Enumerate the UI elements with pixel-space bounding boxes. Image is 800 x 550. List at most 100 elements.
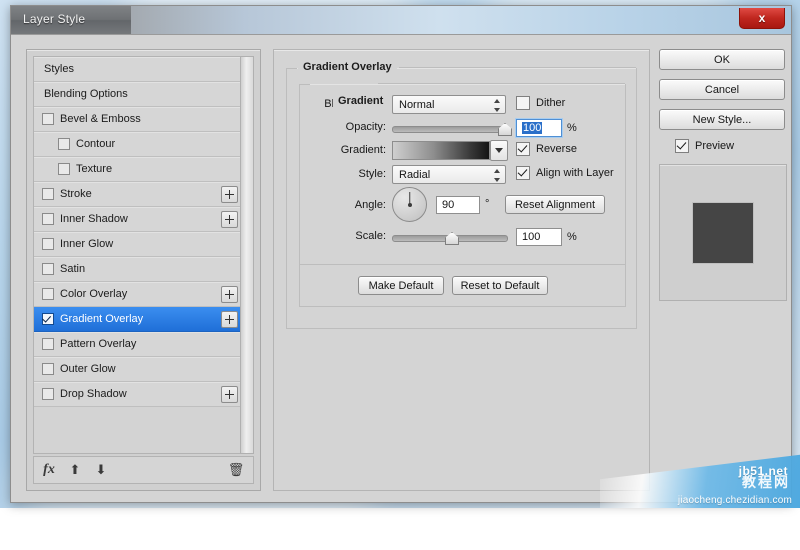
align-with-layer-checkbox[interactable]: Align with Layer [516,166,614,180]
sidebar-item-texture[interactable]: Texture [34,157,242,182]
sidebar-item-inner-glow[interactable]: Inner Glow [34,232,242,257]
scale-slider[interactable] [392,232,508,245]
updown-arrows-icon [494,99,501,112]
add-effect-icon[interactable] [221,386,238,403]
add-effect-icon[interactable] [221,311,238,328]
dialog-body: Styles Blending Options Bevel & Emboss Cont… [11,35,791,502]
sidebar-item-label: Satin [60,263,86,275]
sidebar-item-drop-shadow[interactable]: Drop Shadow [34,382,242,407]
opacity-unit: % [567,122,577,134]
style-label: Style: [358,168,386,180]
angle-value: 90 [442,199,455,211]
updown-arrows-icon [494,169,501,182]
add-effect-icon[interactable] [221,211,238,228]
angle-dial[interactable] [392,187,427,222]
gradient-dropdown-button[interactable] [490,140,508,161]
opacity-input[interactable]: 100 [516,119,562,137]
sidebar-item-label: Blending Options [44,88,128,100]
gradient-overlay-panel: Blend Mode: Normal Dither Opacity: [273,49,650,491]
reverse-checkbox[interactable]: Reverse [516,142,577,156]
make-default-label: Make Default [368,279,434,292]
style-value: Radial [399,168,431,181]
dialog-title: Layer Style [23,12,86,26]
checkbox-box [516,166,530,180]
checkbox-box[interactable] [42,363,54,375]
styles-sidebar: Styles Blending Options Bevel & Emboss Cont… [26,49,261,491]
trash-icon[interactable]: 🗑 [225,460,247,480]
add-effect-icon[interactable] [221,186,238,203]
style-select[interactable]: Radial [392,165,506,184]
styles-list-scrollbar[interactable] [240,56,254,454]
angle-label: Angle: [354,199,386,211]
scale-slider-thumb[interactable] [445,232,459,245]
preview-thumbnail [692,201,754,264]
sidebar-item-label: Color Overlay [60,288,128,300]
checkbox-box[interactable] [42,238,54,250]
checkbox-box[interactable] [42,388,54,400]
reverse-label: Reverse [536,143,577,155]
sidebar-item-styles[interactable]: Styles [34,57,242,82]
sidebar-item-gradient-overlay[interactable]: Gradient Overlay [34,307,242,332]
angle-input[interactable]: 90 [436,196,480,214]
sidebar-item-contour[interactable]: Contour [34,132,242,157]
sidebar-item-label: Outer Glow [60,363,116,375]
preview-label: Preview [695,140,735,152]
angle-hub [407,202,412,207]
checkbox-box[interactable] [42,113,54,125]
preview-checkbox[interactable]: Preview [675,139,785,153]
checkbox-box[interactable] [42,338,54,350]
sidebar-item-label: Stroke [60,188,92,200]
sidebar-item-stroke[interactable]: Stroke [34,182,242,207]
cancel-button[interactable]: Cancel [659,79,785,100]
checkbox-box[interactable] [42,313,54,325]
add-effect-icon[interactable] [221,286,238,303]
sidebar-item-outer-glow[interactable]: Outer Glow [34,357,242,382]
opacity-slider-thumb[interactable] [498,123,512,136]
reset-alignment-label: Reset Alignment [514,198,596,211]
reset-to-default-button[interactable]: Reset to Default [452,276,548,295]
sidebar-item-blending-options[interactable]: Blending Options [34,82,242,107]
sidebar-item-label: Pattern Overlay [60,338,137,350]
close-icon: x [758,11,766,25]
preview-panel [659,164,787,301]
sidebar-item-label: Inner Shadow [60,213,128,225]
opacity-value: 100 [522,122,543,134]
sidebar-item-pattern-overlay[interactable]: Pattern Overlay [34,332,242,357]
blend-mode-value: Normal [399,98,435,111]
dialog-titlebar[interactable]: Layer Style x [11,6,791,35]
move-up-icon[interactable]: ⬆ [64,460,86,480]
make-default-button[interactable]: Make Default [358,276,444,295]
checkbox-box[interactable] [42,288,54,300]
checkbox-box [675,139,689,153]
move-down-icon[interactable]: ⬇ [90,460,112,480]
gradient-group-title: Gradient [333,95,389,107]
reset-alignment-button[interactable]: Reset Alignment [505,195,605,214]
dialog-actions: OK Cancel New Style... Preview [659,49,787,301]
sidebar-item-satin[interactable]: Satin [34,257,242,282]
sidebar-item-bevel-emboss[interactable]: Bevel & Emboss [34,107,242,132]
checkbox-box [516,96,530,110]
sidebar-item-inner-shadow[interactable]: Inner Shadow [34,207,242,232]
sidebar-item-color-overlay[interactable]: Color Overlay [34,282,242,307]
scale-unit: % [567,231,577,243]
checkbox-box[interactable] [42,188,54,200]
group-topline [378,83,625,84]
chevron-down-icon [495,148,503,153]
gradient-label: Gradient: [340,144,386,156]
fx-icon[interactable]: fx [38,460,60,480]
checkbox-box[interactable] [42,213,54,225]
blend-mode-select[interactable]: Normal [392,95,506,114]
new-style-button[interactable]: New Style... [659,109,785,130]
ok-button[interactable]: OK [659,49,785,70]
dither-checkbox[interactable]: Dither [516,96,565,110]
scale-value: 100 [522,231,541,243]
sidebar-item-label: Styles [44,63,74,75]
close-button[interactable]: x [739,8,785,29]
scale-input[interactable]: 100 [516,228,562,246]
checkbox-box[interactable] [58,163,70,175]
opacity-label: Opacity: [345,121,386,133]
checkbox-box[interactable] [58,138,70,150]
opacity-slider[interactable] [392,123,512,136]
gradient-swatch[interactable] [392,141,490,160]
checkbox-box[interactable] [42,263,54,275]
